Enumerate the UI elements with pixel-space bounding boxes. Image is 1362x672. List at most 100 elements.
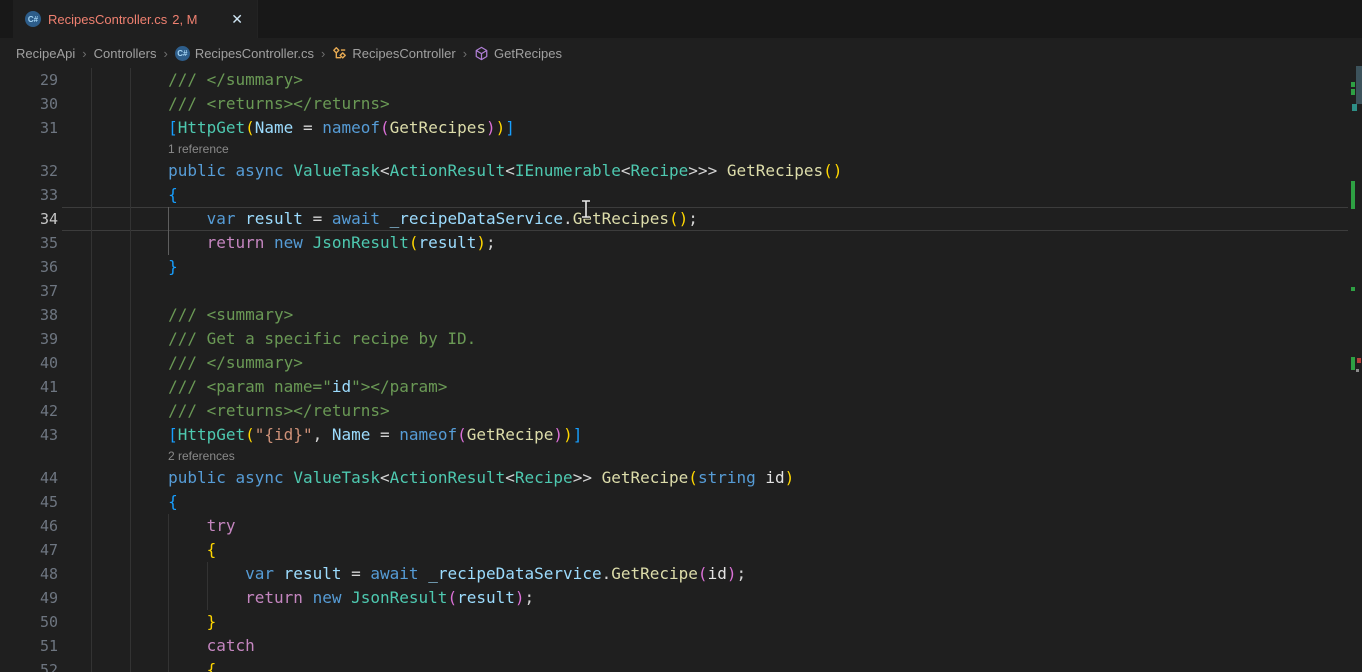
code-line-48[interactable]: 48 var result = await _recipeDataService…	[0, 562, 1362, 586]
code-text: /// <param name="id"></param>	[58, 375, 447, 399]
code-text: }	[58, 255, 178, 279]
code-line-30[interactable]: 30 /// <returns></returns>	[0, 92, 1362, 116]
csharp-file-icon: C#	[175, 46, 190, 61]
code-text: {	[58, 658, 216, 672]
breadcrumb-item-controllers[interactable]: Controllers	[94, 46, 157, 61]
codelens-references[interactable]: 1 reference	[0, 140, 1362, 159]
tab-recipescontroller[interactable]: C# RecipesController.cs 2, M ✕	[13, 0, 258, 38]
codelens-references[interactable]: 2 references	[0, 447, 1362, 466]
code-line-33[interactable]: 33 {	[0, 183, 1362, 207]
line-number[interactable]: 38	[0, 303, 58, 327]
line-number[interactable]: 51	[0, 634, 58, 658]
code-line-39[interactable]: 39 /// Get a specific recipe by ID.	[0, 327, 1362, 351]
chevron-right-icon: ›	[321, 46, 325, 61]
line-number[interactable]: 32	[0, 159, 58, 183]
line-number[interactable]: 49	[0, 586, 58, 610]
line-number[interactable]: 47	[0, 538, 58, 562]
line-number[interactable]: 42	[0, 399, 58, 423]
code-text: /// </summary>	[58, 351, 303, 375]
code-text	[58, 279, 91, 303]
code-text: /// Get a specific recipe by ID.	[58, 327, 476, 351]
code-line-44[interactable]: 44 public async ValueTask<ActionResult<R…	[0, 466, 1362, 490]
code-text: catch	[58, 634, 255, 658]
line-number[interactable]: 46	[0, 514, 58, 538]
close-icon[interactable]: ✕	[227, 10, 247, 28]
breadcrumb-item-recipescontroller[interactable]: RecipesController	[332, 46, 455, 61]
line-number[interactable]: 37	[0, 279, 58, 303]
code-text: var result = await _recipeDataService.Ge…	[58, 562, 746, 586]
line-number[interactable]: 45	[0, 490, 58, 514]
csharp-file-icon: C#	[25, 11, 41, 27]
chevron-right-icon: ›	[163, 46, 167, 61]
code-line-43[interactable]: 43 [HttpGet("{id}", Name = nameof(GetRec…	[0, 423, 1362, 447]
class-icon	[332, 46, 347, 61]
code-line-42[interactable]: 42 /// <returns></returns>	[0, 399, 1362, 423]
code-line-51[interactable]: 51 catch	[0, 634, 1362, 658]
code-line-46[interactable]: 46 try	[0, 514, 1362, 538]
code-text: /// <returns></returns>	[58, 399, 390, 423]
code-line-34[interactable]: 34 var result = await _recipeDataService…	[0, 207, 1362, 231]
breadcrumb-item-recipeapi[interactable]: RecipeApi	[16, 46, 75, 61]
code-editor[interactable]: 29 /// </summary>30 /// <returns></retur…	[0, 68, 1362, 672]
line-number[interactable]: 35	[0, 231, 58, 255]
scrollbar-thumb[interactable]	[1356, 66, 1362, 104]
line-number[interactable]: 43	[0, 423, 58, 447]
code-line-45[interactable]: 45 {	[0, 490, 1362, 514]
code-text: /// <summary>	[58, 303, 293, 327]
code-line-37[interactable]: 37	[0, 279, 1362, 303]
breadcrumb-label: GetRecipes	[494, 46, 562, 61]
code-line-35[interactable]: 35 return new JsonResult(result);	[0, 231, 1362, 255]
method-icon	[474, 46, 489, 61]
code-line-50[interactable]: 50 }	[0, 610, 1362, 634]
code-line-32[interactable]: 32 public async ValueTask<ActionResult<I…	[0, 159, 1362, 183]
tab-bar: C# RecipesController.cs 2, M ✕	[0, 0, 1362, 38]
line-number[interactable]: 50	[0, 610, 58, 634]
code-line-29[interactable]: 29 /// </summary>	[0, 68, 1362, 92]
code-text: {	[58, 538, 216, 562]
line-number[interactable]: 48	[0, 562, 58, 586]
code-text: {	[58, 490, 178, 514]
code-text: {	[58, 183, 178, 207]
line-number[interactable]: 31	[0, 116, 58, 140]
breadcrumb-label: RecipesController.cs	[195, 46, 314, 61]
line-number[interactable]: 44	[0, 466, 58, 490]
code-line-41[interactable]: 41 /// <param name="id"></param>	[0, 375, 1362, 399]
code-text: return new JsonResult(result);	[58, 586, 534, 610]
line-number[interactable]: 39	[0, 327, 58, 351]
line-number[interactable]: 52	[0, 658, 58, 672]
code-line-31[interactable]: 31 [HttpGet(Name = nameof(GetRecipes))]	[0, 116, 1362, 140]
chevron-right-icon: ›	[463, 46, 467, 61]
code-line-47[interactable]: 47 {	[0, 538, 1362, 562]
code-text: public async ValueTask<ActionResult<IEnu…	[58, 159, 842, 183]
line-number[interactable]: 30	[0, 92, 58, 116]
code-text: var result = await _recipeDataService.Ge…	[58, 207, 698, 231]
code-line-36[interactable]: 36 }	[0, 255, 1362, 279]
vscode-window: { "tab": { "icon": "csharp-file-icon", "…	[0, 0, 1362, 672]
code-text: /// <returns></returns>	[58, 92, 390, 116]
code-line-38[interactable]: 38 /// <summary>	[0, 303, 1362, 327]
code-text: /// </summary>	[58, 68, 303, 92]
line-number[interactable]: 29	[0, 68, 58, 92]
code-text: public async ValueTask<ActionResult<Reci…	[58, 466, 794, 490]
chevron-right-icon: ›	[82, 46, 86, 61]
code-line-40[interactable]: 40 /// </summary>	[0, 351, 1362, 375]
tab-label: RecipesController.cs	[48, 12, 167, 27]
code-line-49[interactable]: 49 return new JsonResult(result);	[0, 586, 1362, 610]
breadcrumb: RecipeApi › Controllers › C# RecipesControlle…	[0, 38, 1362, 68]
code-text: return new JsonResult(result);	[58, 231, 496, 255]
line-number[interactable]: 36	[0, 255, 58, 279]
line-number[interactable]: 33	[0, 183, 58, 207]
code-line-52[interactable]: 52 {	[0, 658, 1362, 672]
code-text: }	[58, 610, 216, 634]
breadcrumb-label: Controllers	[94, 46, 157, 61]
line-number[interactable]: 41	[0, 375, 58, 399]
breadcrumb-item-recipescontroller-cs[interactable]: C# RecipesController.cs	[175, 46, 314, 61]
code-text: [HttpGet("{id}", Name = nameof(GetRecipe…	[58, 423, 582, 447]
breadcrumb-item-getrecipes[interactable]: GetRecipes	[474, 46, 562, 61]
line-number[interactable]: 34	[0, 207, 58, 231]
code-text: try	[58, 514, 236, 538]
breadcrumb-label: RecipeApi	[16, 46, 75, 61]
tab-problems-modified-badge: 2, M	[172, 12, 197, 27]
line-number[interactable]: 40	[0, 351, 58, 375]
breadcrumb-label: RecipesController	[352, 46, 455, 61]
